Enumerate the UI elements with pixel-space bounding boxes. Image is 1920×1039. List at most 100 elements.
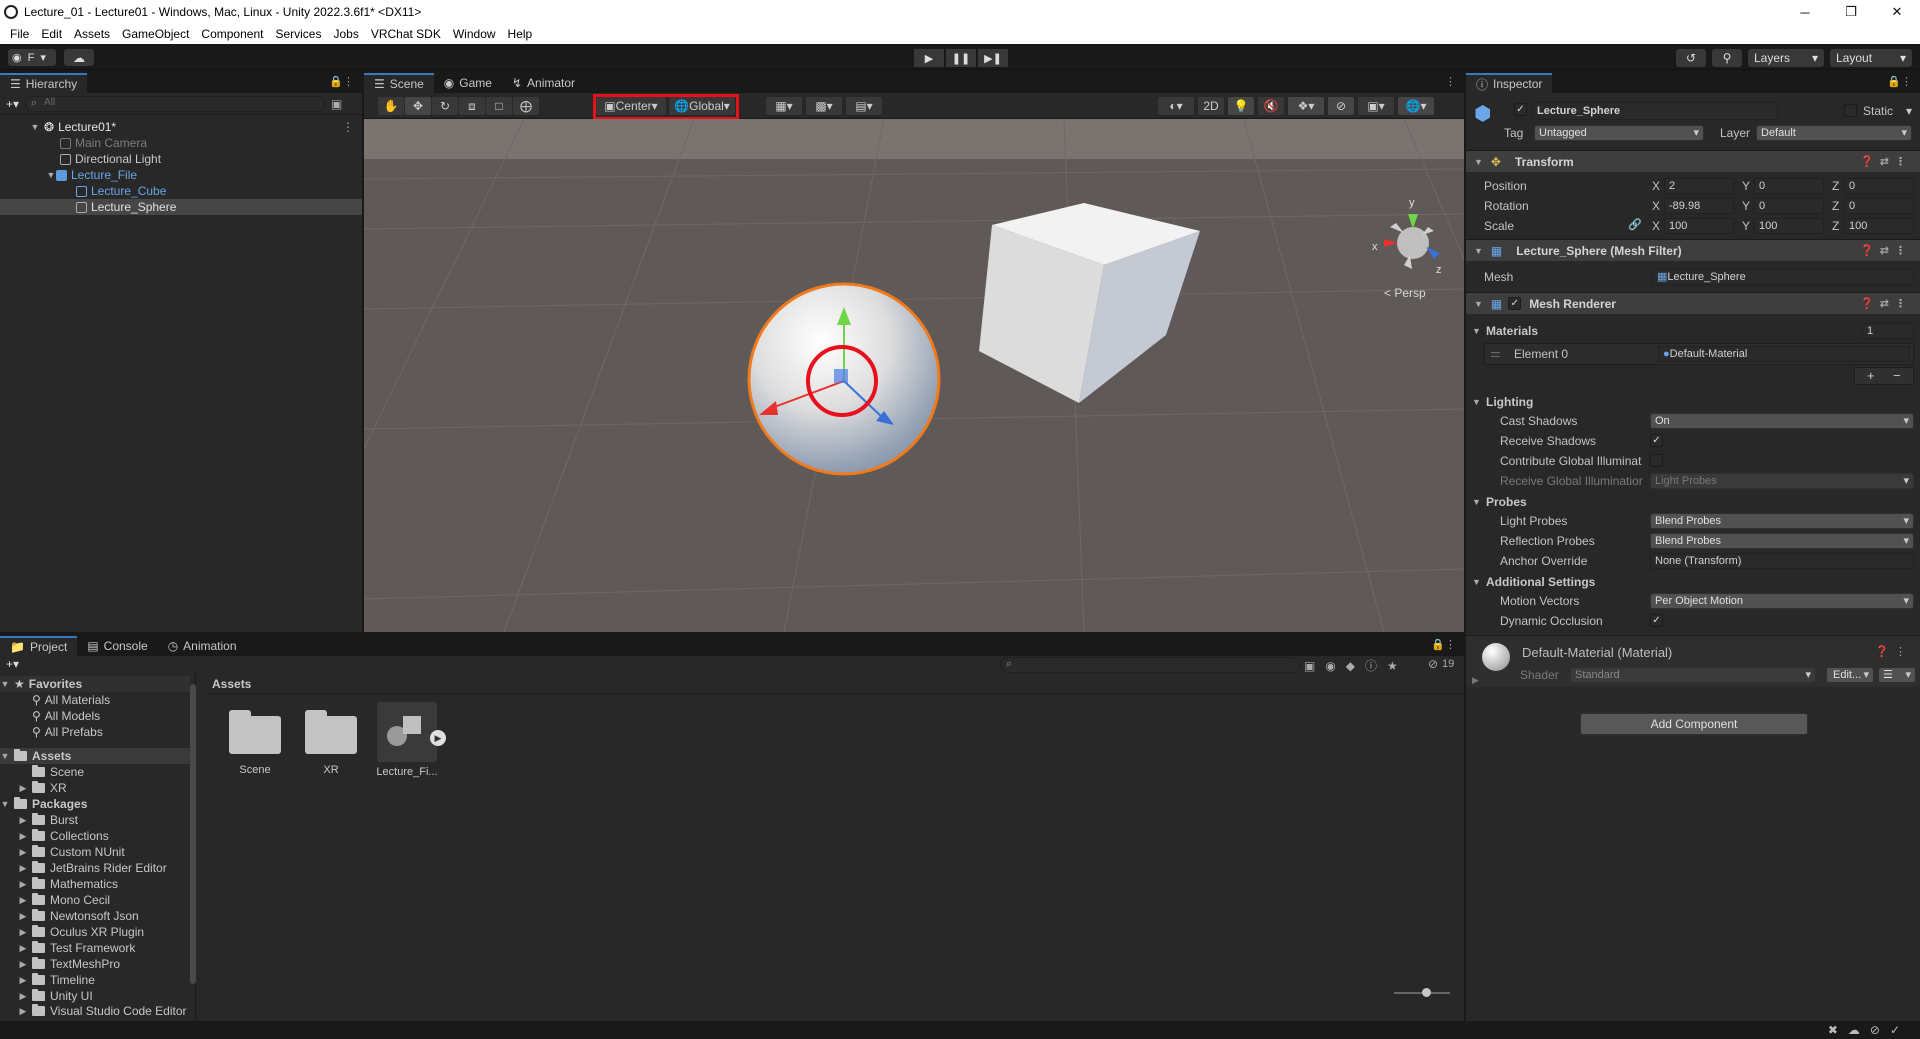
lock-icon[interactable]: 🔒⋮ xyxy=(1887,75,1912,88)
anchor-override-field[interactable]: None (Transform) xyxy=(1650,553,1914,569)
2d-toggle[interactable]: 2D xyxy=(1198,97,1224,115)
zoom-slider[interactable] xyxy=(1394,988,1450,997)
dynamic-occlusion-checkbox[interactable]: ✓ xyxy=(1650,614,1663,627)
tree-item[interactable]: ▶ Burst xyxy=(0,812,190,828)
active-checkbox[interactable]: ✓ xyxy=(1514,103,1527,116)
chevron-down-icon[interactable]: ▾ xyxy=(1906,104,1912,118)
tab-scene[interactable]: ☰ Scene xyxy=(364,73,434,93)
shader-dropdown[interactable]: Standard xyxy=(1570,667,1816,683)
chevron-down-icon[interactable]: ▼ xyxy=(1472,497,1481,507)
move-tool-button[interactable]: ✥ xyxy=(405,97,431,115)
chevron-down-icon[interactable]: ▼ xyxy=(1472,577,1481,587)
tree-item[interactable]: ▶ Test Framework xyxy=(0,940,190,956)
hierarchy-item-lecture-cube[interactable]: Lecture_Cube xyxy=(0,183,362,199)
audio-toggle[interactable]: 🔇 xyxy=(1258,97,1284,115)
slider-thumb[interactable] xyxy=(1422,988,1431,997)
cloud-button[interactable]: ☁ xyxy=(64,49,94,66)
tree-item[interactable]: ▶ Collections xyxy=(0,828,190,844)
menu-assets[interactable]: Assets xyxy=(68,27,116,41)
projection-label[interactable]: < Persp xyxy=(1384,286,1426,300)
tab-game[interactable]: ◉ Game xyxy=(434,73,502,93)
layout-dropdown[interactable]: Layout ▾ xyxy=(1830,49,1912,67)
motion-vectors-dropdown[interactable]: Per Object Motion xyxy=(1650,593,1914,609)
hierarchy-item-lecture-sphere[interactable]: Lecture_Sphere xyxy=(0,199,362,215)
cast-shadows-dropdown[interactable]: On xyxy=(1650,413,1914,429)
menu-gameobject[interactable]: GameObject xyxy=(116,27,195,41)
transform-header[interactable]: ▼ ✥ Transform ❓⇄⋮ xyxy=(1466,150,1920,172)
rect-tool-button[interactable]: □ xyxy=(486,97,512,115)
reflection-probes-dropdown[interactable]: Blend Probes xyxy=(1650,533,1914,549)
tree-favorites[interactable]: ▼ ★ Favorites xyxy=(0,676,190,692)
scene-viewport[interactable]: y x z < Persp xyxy=(364,119,1464,632)
search-button[interactable]: ⚲ xyxy=(1712,49,1742,67)
tab-console[interactable]: ▤ Console xyxy=(77,636,157,656)
hierarchy-item-directional-light[interactable]: Directional Light xyxy=(0,151,362,167)
tree-item[interactable]: ▶ Mono Cecil xyxy=(0,892,190,908)
mesh-renderer-header[interactable]: ▼ ▦ ✓ Mesh Renderer ❓⇄⋮ xyxy=(1466,292,1920,314)
increment-snap-dropdown[interactable]: ▩▾ xyxy=(806,97,842,115)
tab-project[interactable]: 📁 Project xyxy=(0,636,78,656)
menu-component[interactable]: Component xyxy=(195,27,269,41)
menu-help[interactable]: Help xyxy=(502,27,539,41)
asset-model-lecture-file[interactable]: ▶ Lecture_Fi... xyxy=(372,702,446,778)
chevron-down-icon[interactable]: ▼ xyxy=(46,170,56,180)
filter-icons[interactable]: ▣◉◆ⓘ★ xyxy=(1304,657,1408,674)
maximize-button[interactable]: ❐ xyxy=(1828,0,1874,24)
layer-dropdown[interactable]: Default xyxy=(1756,125,1912,141)
add-button[interactable]: +▾ xyxy=(6,97,19,111)
position-z-field[interactable]: 0 xyxy=(1844,178,1914,194)
menu-services[interactable]: Services xyxy=(269,27,327,41)
tab-animator[interactable]: ↯ Animator xyxy=(502,73,585,93)
transform-tool-button[interactable]: ⨁ xyxy=(513,97,539,115)
position-x-field[interactable]: 2 xyxy=(1664,178,1734,194)
scale-y-field[interactable]: 100 xyxy=(1754,218,1824,234)
drag-handle-icon[interactable]: ⚌ xyxy=(1490,346,1501,360)
rotation-y-field[interactable]: 0 xyxy=(1754,198,1824,214)
expand-arrow-icon[interactable]: ▶ xyxy=(1472,675,1479,686)
tree-item[interactable]: ▶ Mathematics xyxy=(0,876,190,892)
close-button[interactable]: ✕ xyxy=(1874,0,1920,24)
enabled-checkbox[interactable]: ✓ xyxy=(1508,297,1522,310)
tree-item[interactable]: ▶ JetBrains Rider Editor xyxy=(0,860,190,876)
add-component-button[interactable]: Add Component xyxy=(1580,713,1808,735)
lock-icon[interactable]: 🔒⋮ xyxy=(1431,638,1456,651)
effects-dropdown[interactable]: ❖▾ xyxy=(1288,97,1324,115)
hierarchy-item-lecture-file[interactable]: ▼ Lecture_File xyxy=(0,167,362,183)
tree-item[interactable]: ⚲ All Models xyxy=(0,708,190,724)
tree-item[interactable]: ▶ Oculus XR Plugin xyxy=(0,924,190,940)
hidden-objects-toggle[interactable]: ⊘ xyxy=(1328,97,1354,115)
scale-tool-button[interactable]: ⧈ xyxy=(459,97,485,115)
scene-visibility-icon[interactable]: ▣ xyxy=(331,97,342,111)
tree-item[interactable]: ▶ TextMeshPro xyxy=(0,956,190,972)
tree-item[interactable]: ▶ Custom NUnit xyxy=(0,844,190,860)
pause-button[interactable]: ❚❚ xyxy=(946,49,976,67)
component-menu-icons[interactable]: ❓⇄⋮ xyxy=(1860,244,1912,257)
chevron-down-icon[interactable]: ▼ xyxy=(30,122,40,132)
more-icon[interactable]: ⋮ xyxy=(342,120,354,134)
tree-assets[interactable]: ▼ Assets xyxy=(0,748,190,764)
lock-icon[interactable]: 🔒⋮ xyxy=(329,75,354,88)
menu-jobs[interactable]: Jobs xyxy=(327,27,364,41)
contribute-gi-checkbox[interactable] xyxy=(1650,454,1663,467)
lighting-toggle[interactable]: 💡 xyxy=(1228,97,1254,115)
mesh-field[interactable]: ▦Lecture_Sphere xyxy=(1652,269,1914,285)
hidden-packages-icon[interactable]: ⊘ xyxy=(1428,657,1438,671)
tree-item[interactable]: ▶ Visual Studio Code Editor xyxy=(0,1004,190,1018)
layers-dropdown[interactable]: Layers ▾ xyxy=(1748,49,1824,67)
status-icons[interactable]: ✖☁⊘✓ xyxy=(1828,1023,1910,1037)
asset-folder-xr[interactable]: XR xyxy=(296,708,366,776)
hierarchy-search-input[interactable]: All xyxy=(25,95,326,112)
tree-item[interactable]: ⚲ All Materials xyxy=(0,692,190,708)
asset-folder-scene[interactable]: Scene xyxy=(220,708,290,776)
tab-hierarchy[interactable]: ☰ Hierarchy xyxy=(0,73,88,93)
tree-packages[interactable]: ▼ Packages xyxy=(0,796,190,812)
static-checkbox[interactable] xyxy=(1844,104,1857,117)
add-element-button[interactable]: + xyxy=(1867,368,1875,383)
object-name-field[interactable]: Lecture_Sphere xyxy=(1532,102,1778,120)
camera-dropdown[interactable]: ▣▾ xyxy=(1358,97,1394,115)
menu-vrchat-sdk[interactable]: VRChat SDK xyxy=(365,27,447,41)
menu-file[interactable]: File xyxy=(4,27,35,41)
play-circle-icon[interactable]: ▶ xyxy=(430,730,446,746)
scale-z-field[interactable]: 100 xyxy=(1844,218,1914,234)
rotation-z-field[interactable]: 0 xyxy=(1844,198,1914,214)
